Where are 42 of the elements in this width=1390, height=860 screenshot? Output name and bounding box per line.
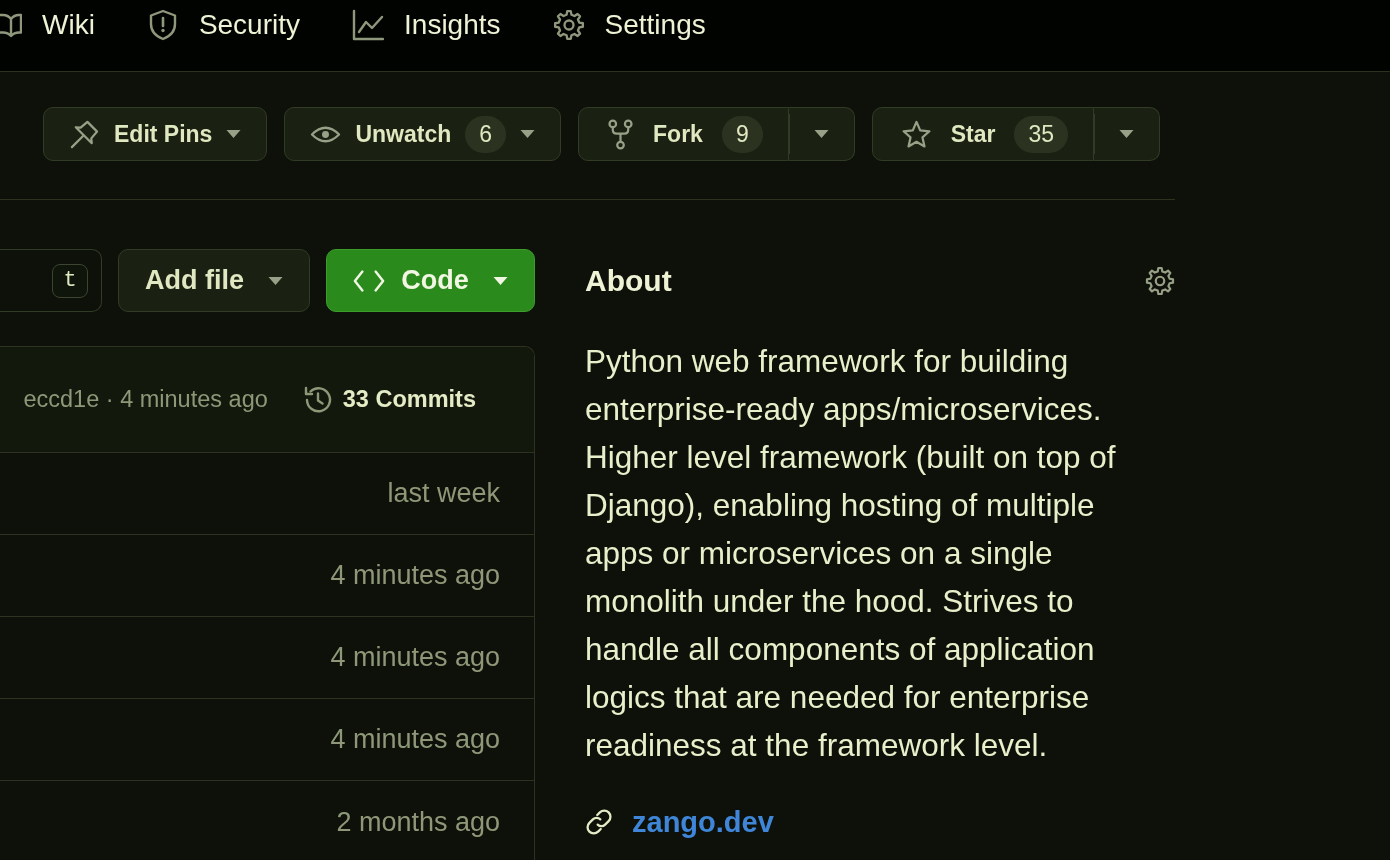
settings-icon[interactable]: [1145, 265, 1175, 296]
last-updated-time: 4 minutes ago: [330, 724, 500, 755]
commit-summary: eccd1e · 4 minutes ago: [23, 386, 268, 413]
last-updated-time: 4 minutes ago: [330, 560, 500, 591]
repo-nav-tab[interactable]: Wiki: [0, 0, 95, 52]
caret-icon: [520, 130, 536, 138]
link-icon: [585, 808, 613, 836]
caret-icon: [226, 130, 242, 138]
add-file-button[interactable]: Add file: [118, 249, 310, 312]
dropdown-button[interactable]: [788, 107, 855, 161]
watch-button[interactable]: Unwatch 6: [284, 107, 562, 161]
counter: 6: [465, 115, 507, 153]
about-heading: About: [585, 263, 672, 298]
repository-description: Python web framework for building enterprise-ready apps/microservices. Higher level framework (built on top of Django), enabling hosting of multiple apps or microservices on a single monolith under the hood. Strives to handle all components of application logics that are needed for enterprise readiness at the framework level.: [585, 342, 1117, 765]
repo-nav-tab[interactable]: Security: [146, 0, 301, 52]
caret-icon: [492, 276, 508, 285]
keyboard-shortcut-hint: t: [52, 263, 88, 298]
counter: 35: [1014, 115, 1069, 153]
commits-link[interactable]: 33 Commits: [301, 383, 476, 416]
star-button[interactable]: Star 35: [871, 107, 1095, 161]
code-brackets-icon: [353, 268, 386, 293]
caret-icon: [268, 276, 283, 285]
book-icon: [0, 11, 22, 38]
line-graph-icon: [352, 8, 385, 41]
last-updated-time: last week: [387, 478, 500, 509]
fork-icon: [607, 118, 635, 150]
counter: 9: [721, 115, 763, 153]
repo-nav-tab[interactable]: Insights: [352, 0, 501, 52]
fork-button[interactable]: Fork 9: [578, 107, 789, 161]
dropdown-button[interactable]: [1094, 107, 1161, 161]
code-button[interactable]: Code: [326, 249, 535, 312]
last-updated-time: 2 months ago: [336, 806, 500, 838]
caret-icon: [1119, 130, 1135, 138]
go-to-file-field[interactable]: t: [0, 249, 102, 312]
pushpin-icon: [69, 118, 100, 150]
website-link[interactable]: zango.dev: [632, 805, 774, 839]
edit-pins-button[interactable]: Edit Pins: [43, 107, 268, 161]
settings-icon: [552, 8, 585, 41]
repo-nav-tab[interactable]: Settings: [552, 0, 706, 52]
last-updated-time: 4 minutes ago: [330, 642, 500, 673]
star-icon: [900, 118, 932, 150]
caret-icon: [813, 130, 829, 138]
